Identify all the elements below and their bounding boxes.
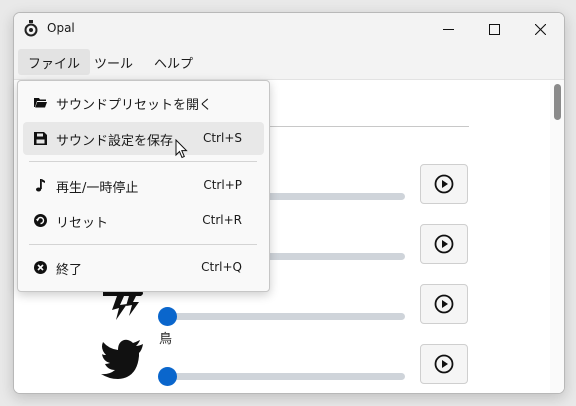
menu-item-shortcut: Ctrl+Q: [201, 260, 242, 274]
maximize-button[interactable]: [471, 13, 517, 45]
menu-tools[interactable]: ツール: [84, 49, 143, 75]
scrollbar[interactable]: [550, 80, 564, 393]
title-bar: Opal: [14, 13, 564, 45]
volume-slider[interactable]: [158, 307, 405, 326]
menu-item-label: サウンドプリセットを開く: [56, 98, 213, 113]
play-button[interactable]: [420, 164, 468, 204]
slider-thumb[interactable]: [158, 367, 177, 386]
sound-row: 鳥: [14, 332, 549, 392]
divider: [252, 126, 469, 127]
minimize-icon: [442, 28, 454, 30]
menu-item-save-settings[interactable]: サウンド設定を保存 Ctrl+S: [23, 122, 264, 155]
save-icon: [34, 132, 47, 145]
music-note-icon: [36, 179, 45, 192]
menu-item-shortcut: Ctrl+R: [202, 213, 242, 227]
menu-item-shortcut: Ctrl+S: [202, 131, 242, 145]
slider-thumb[interactable]: [158, 307, 177, 326]
file-menu-dropdown: サウンドプリセットを開く サウンド設定を保存 Ctrl+S 再生/一時停止 Ct…: [17, 80, 270, 292]
menu-item-label: 終了: [56, 263, 83, 278]
reset-icon: [34, 214, 47, 227]
folder-open-icon: [34, 98, 47, 108]
window-title: Opal: [47, 21, 75, 35]
menu-item-label: リセット: [56, 216, 109, 231]
close-button[interactable]: [517, 13, 563, 45]
menu-item-open-preset[interactable]: サウンドプリセットを開く: [23, 86, 264, 119]
menu-separator: [29, 244, 257, 245]
play-button[interactable]: [420, 224, 468, 264]
bird-icon: [101, 339, 143, 379]
menu-item-label: 再生/一時停止: [56, 181, 139, 196]
menu-item-exit[interactable]: 終了 Ctrl+Q: [23, 251, 264, 284]
menu-help[interactable]: ヘルプ: [144, 49, 203, 75]
menu-item-reset[interactable]: リセット Ctrl+R: [23, 204, 264, 237]
minimize-button[interactable]: [425, 13, 471, 45]
scrollbar-thumb[interactable]: [554, 84, 561, 120]
menu-item-play-pause[interactable]: 再生/一時停止 Ctrl+P: [23, 169, 264, 202]
menu-bar: ファイル ツール ヘルプ: [14, 45, 564, 80]
close-circle-icon: [34, 261, 47, 274]
play-icon: [434, 174, 454, 194]
play-icon: [434, 294, 454, 314]
menu-separator: [29, 161, 257, 162]
play-button[interactable]: [420, 344, 468, 384]
play-icon: [434, 354, 454, 374]
menu-item-shortcut: Ctrl+P: [203, 178, 242, 192]
maximize-icon: [488, 23, 500, 35]
play-button[interactable]: [420, 284, 468, 324]
menu-item-label: サウンド設定を保存: [56, 134, 174, 149]
menu-file[interactable]: ファイル: [18, 49, 91, 75]
app-icon: [24, 20, 38, 37]
mouse-cursor-icon: [175, 139, 188, 159]
close-icon: [534, 23, 546, 35]
volume-slider[interactable]: [158, 367, 405, 386]
play-icon: [434, 234, 454, 254]
sound-label: 鳥: [159, 332, 173, 347]
